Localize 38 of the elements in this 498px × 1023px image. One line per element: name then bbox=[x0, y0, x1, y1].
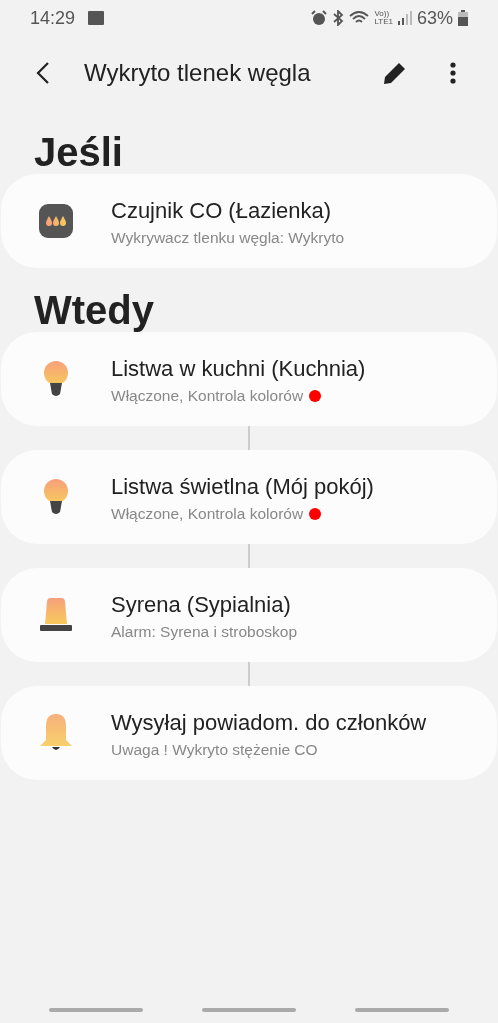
rule-card[interactable]: Czujnik CO (Łazienka) Wykrywacz tlenku węgla: Wykryto bbox=[1, 174, 497, 268]
device-name: Czujnik CO (Łazienka) bbox=[111, 196, 333, 225]
signal-icon bbox=[397, 11, 412, 25]
rule-card[interactable]: Listwa świetlna (Mój pokój) Włączone, Kontrola kolorów bbox=[1, 450, 497, 544]
clock: 14:29 bbox=[30, 7, 76, 29]
action-description: Wykrywacz tlenku węgla: Wykryto bbox=[111, 228, 345, 247]
alarm-icon bbox=[311, 10, 328, 26]
bluetooth-icon bbox=[332, 10, 345, 26]
page-title: Wykryto tlenek węgla bbox=[84, 59, 312, 87]
section-heading: Wtedy bbox=[33, 287, 155, 332]
image-icon bbox=[88, 11, 105, 25]
rule-card[interactable]: Wysyłaj powiadom. do członków Uwaga ! Wykryto stężenie CO bbox=[1, 686, 497, 780]
home-handle[interactable] bbox=[202, 1008, 296, 1012]
siren-icon bbox=[40, 598, 72, 632]
action-description: Alarm: Syrena i stroboskop bbox=[111, 622, 298, 641]
device-name: Wysyłaj powiadom. do członków bbox=[111, 708, 427, 737]
rule-card[interactable]: Listwa w kuchni (Kuchnia) Włączone, Kontrola kolorów bbox=[1, 332, 497, 426]
device-name: Listwa świetlna (Mój pokój) bbox=[111, 472, 374, 501]
lte-label: LTE1 bbox=[374, 18, 393, 26]
rule-card[interactable]: Syrena (Sypialnia) Alarm: Syrena i stroboskop bbox=[1, 568, 497, 662]
back-icon[interactable] bbox=[36, 62, 50, 84]
light-bulb-icon bbox=[43, 479, 69, 515]
action-description: Włączone, Kontrola kolorów bbox=[111, 386, 304, 405]
action-description: Włączone, Kontrola kolorów bbox=[111, 504, 304, 523]
battery-level: 63% bbox=[416, 7, 453, 29]
battery-icon bbox=[458, 10, 468, 26]
recents-handle[interactable] bbox=[49, 1008, 144, 1012]
edit-icon[interactable] bbox=[382, 60, 408, 86]
back-handle[interactable] bbox=[354, 1008, 449, 1012]
volte-label: Vo)) bbox=[374, 10, 390, 18]
light-bulb-icon bbox=[43, 361, 69, 397]
device-name: Syrena (Sypialnia) bbox=[111, 590, 292, 619]
sensor-icon bbox=[39, 204, 73, 238]
bell-icon bbox=[40, 714, 72, 752]
device-name: Listwa w kuchni (Kuchnia) bbox=[111, 354, 366, 383]
more-icon[interactable] bbox=[450, 62, 456, 84]
section-heading: Jeśli bbox=[33, 129, 124, 174]
action-description: Uwaga ! Wykryto stężenie CO bbox=[111, 740, 318, 759]
